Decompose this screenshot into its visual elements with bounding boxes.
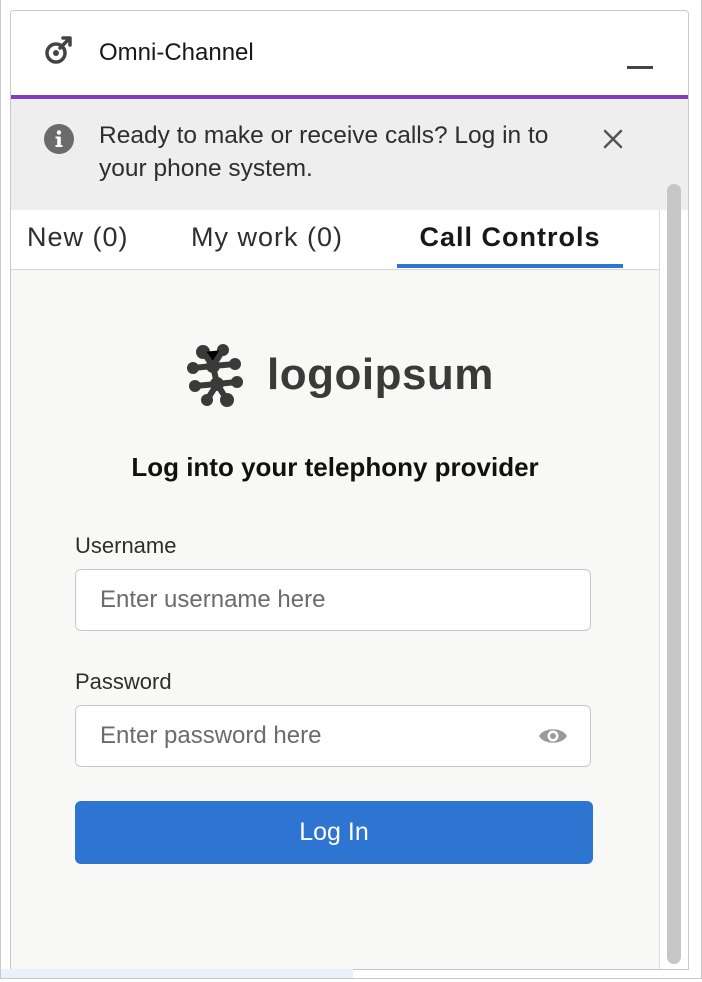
panel-header: Omni-Channel <box>11 11 688 99</box>
call-controls-content: logoipsum Log into your telephony provid… <box>11 270 659 969</box>
logo-text: logoipsum <box>267 350 494 399</box>
close-icon[interactable] <box>599 125 627 153</box>
scrollbar-thumb[interactable] <box>667 184 681 964</box>
info-banner: Ready to make or receive calls? Log in t… <box>11 99 688 210</box>
username-input[interactable] <box>76 570 590 630</box>
username-label: Username <box>75 533 177 558</box>
eye-icon[interactable] <box>538 724 568 748</box>
username-field-wrapper <box>75 569 591 631</box>
tab-new[interactable]: New (0) <box>27 220 129 268</box>
info-icon <box>44 124 74 154</box>
password-label: Password <box>75 669 172 694</box>
password-input[interactable] <box>76 706 590 766</box>
login-heading: Log into your telephony provider <box>131 452 539 482</box>
password-field-wrapper <box>75 705 591 767</box>
tab-my-work[interactable]: My work (0) <box>191 220 343 268</box>
logo-mark-icon <box>187 344 243 407</box>
tab-bar: New (0) My work (0) Call Controls <box>11 210 659 270</box>
omni-channel-icon <box>45 36 72 64</box>
panel-title: Omni-Channel <box>99 39 254 66</box>
minimize-icon <box>627 66 653 69</box>
omni-channel-panel: Omni-Channel Ready to make or receive ca… <box>10 10 689 970</box>
banner-message: Ready to make or receive calls? Log in t… <box>99 122 549 182</box>
scrollbar-track[interactable] <box>659 184 688 969</box>
tab-call-controls[interactable]: Call Controls <box>397 220 623 268</box>
bottom-strip <box>1 969 353 978</box>
log-in-button[interactable]: Log In <box>75 801 593 864</box>
app-frame: Omni-Channel Ready to make or receive ca… <box>0 0 702 979</box>
provider-logo: logoipsum <box>183 344 493 408</box>
minimize-button[interactable] <box>621 51 657 81</box>
